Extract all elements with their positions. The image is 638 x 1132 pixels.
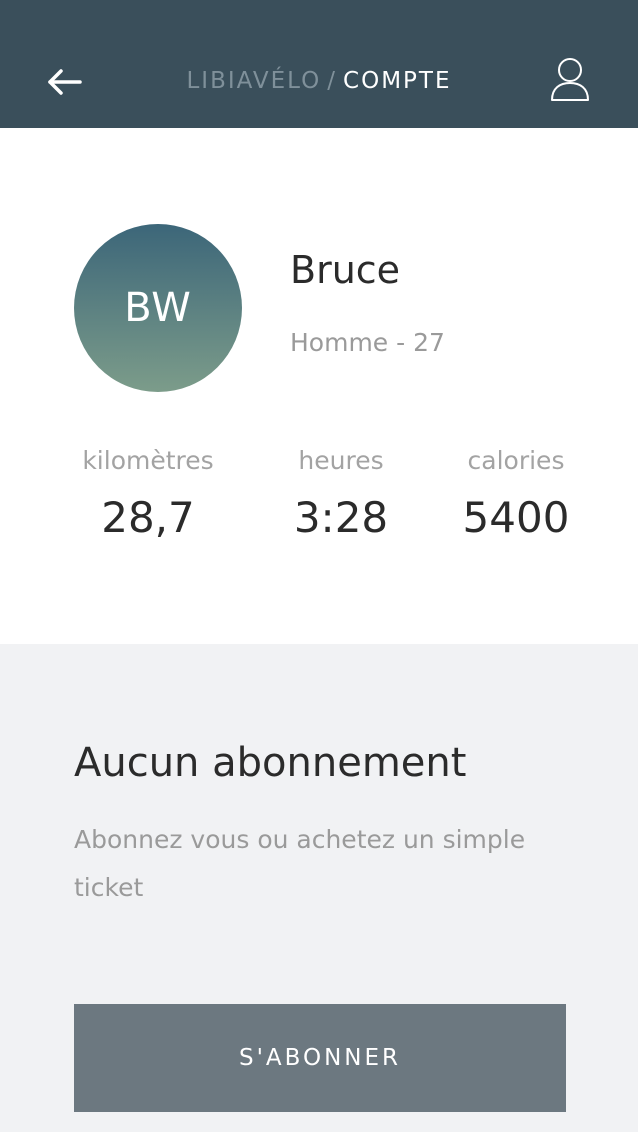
user-gender-age: Homme - 27	[290, 328, 445, 357]
avatar-initials: BW	[124, 285, 192, 331]
subscription-section: Aucun abonnement Abonnez vous ou achetez…	[0, 644, 638, 1132]
user-icon	[551, 58, 589, 101]
breadcrumb-current: COMPTE	[343, 68, 452, 94]
account-button[interactable]	[548, 56, 592, 104]
stat-value: 28,7	[101, 493, 195, 542]
stat-label: calories	[467, 446, 565, 475]
user-name: Bruce	[290, 248, 401, 292]
breadcrumb-separator: /	[327, 68, 338, 94]
stat-kilometres: kilomètres 28,7	[70, 446, 226, 542]
stat-calories: calories 5400	[452, 446, 580, 542]
stat-value: 3:28	[293, 493, 389, 542]
stat-label: kilomètres	[82, 446, 214, 475]
top-bar: LIBIAVÉLO / COMPTE	[0, 0, 638, 128]
avatar: BW	[74, 224, 242, 392]
stat-hours: heures 3:28	[286, 446, 396, 542]
subscription-description: Abonnez vous ou achetez un simple ticket	[74, 825, 526, 902]
subscribe-button[interactable]: S'ABONNER	[74, 1004, 566, 1112]
subscription-title: Aucun abonnement	[74, 740, 467, 786]
breadcrumb-root[interactable]: LIBIAVÉLO	[186, 68, 321, 94]
stat-label: heures	[298, 446, 384, 475]
stat-value: 5400	[462, 493, 570, 542]
breadcrumb: LIBIAVÉLO / COMPTE	[0, 68, 638, 94]
profile-card: BW Bruce Homme - 27 kilomètres 28,7 heur…	[0, 128, 638, 644]
